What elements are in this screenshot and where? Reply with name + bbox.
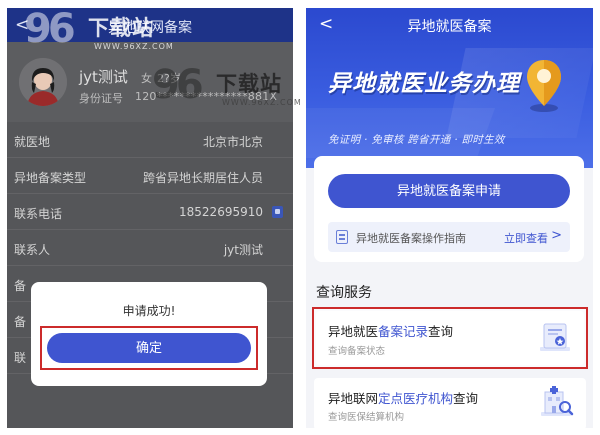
chevron-right-icon: > [551,228,562,243]
user-name: jyt测试 [79,68,128,86]
avatar-icon [19,58,67,106]
left-header: < 异地联网备案 [7,8,293,42]
field-value: jyt测试 [223,243,263,257]
service-institution-query[interactable]: 异地联网定点医疗机构查询 查询医保结算机构 [314,378,586,428]
left-screen: < 异地联网备案 jyt测试 女 2?岁 身份证号 120***********… [7,8,293,428]
document-icon [336,230,348,244]
field-label: 备 [14,315,27,329]
avatar [19,58,67,106]
field-value: 18522695910 [179,205,263,219]
service-title-post: 查询 [428,324,454,339]
apply-button[interactable]: 异地就医备案申请 [328,174,570,208]
service-title-highlight: 备案记录 [378,324,429,339]
id-label: 身份证号 [79,92,123,105]
view-now-link[interactable]: 立即查看 [504,230,548,246]
service-title: 异地联网定点医疗机构查询 [328,388,478,407]
field-row-contact: 联系人 jyt测试 [7,230,293,266]
hospital-search-icon [541,386,574,416]
field-row-location: 就医地 北京市北京 [7,122,293,158]
user-age: 2?岁 [157,72,181,85]
confirm-button[interactable]: 确定 [47,333,251,363]
field-row-type: 异地备案类型 跨省异地长期居住人员 [7,158,293,194]
service-title-highlight: 定点医疗机构 [378,391,454,406]
field-label: 联系人 [14,243,51,257]
service-subtitle: 查询医保结算机构 [328,412,405,423]
banner: < 异地就医备案 异地就医业务办理 免证明 · 免审核 跨省开通 · 即时生效 [306,8,593,168]
left-page-title: 异地联网备案 [108,20,192,36]
service-title-post: 查询 [453,391,479,406]
right-page-title: 异地就医备案 [407,19,492,35]
record-certificate-icon [540,323,570,351]
service-title-pre: 异地就医 [328,324,379,339]
banner-slogan: 免证明 · 免审核 跨省开通 · 即时生效 [328,134,505,146]
contact-book-icon[interactable] [272,206,283,218]
dialog-message: 申请成功! [122,304,176,318]
service-record-query[interactable]: 异地就医备案记录查询 查询备案状态 [312,307,588,369]
guide-text: 异地就医备案操作指南 [356,232,466,245]
field-value: 跨省异地长期居住人员 [142,171,263,185]
service-title-pre: 异地联网 [328,391,379,406]
right-screen: < 异地就医备案 异地就医业务办理 免证明 · 免审核 跨省开通 · 即时生效 … [306,8,593,428]
apply-card: 异地就医备案申请 异地就医备案操作指南 立即查看 > [314,156,584,262]
guide-row[interactable]: 异地就医备案操作指南 立即查看 > [328,222,570,252]
field-label: 联 [14,351,27,365]
user-profile: jyt测试 女 2?岁 身份证号 120****************881X [7,42,293,122]
user-gender: 女 [141,72,152,85]
field-label: 就医地 [14,135,51,149]
section-title: 查询服务 [316,285,372,301]
field-label: 备 [14,279,27,293]
location-pin-icon [527,60,561,112]
service-subtitle: 查询备案状态 [328,346,386,357]
field-label: 异地备案类型 [14,171,87,185]
success-dialog: 申请成功! 确定 [31,282,267,386]
field-row-phone: 联系电话 18522695910 [7,194,293,230]
field-label: 联系电话 [14,207,63,221]
id-value: 120****************881X [135,90,278,103]
field-value: 北京市北京 [202,135,263,149]
service-title: 异地就医备案记录查询 [328,321,453,340]
banner-headline: 异地就医业务办理 [328,71,520,97]
